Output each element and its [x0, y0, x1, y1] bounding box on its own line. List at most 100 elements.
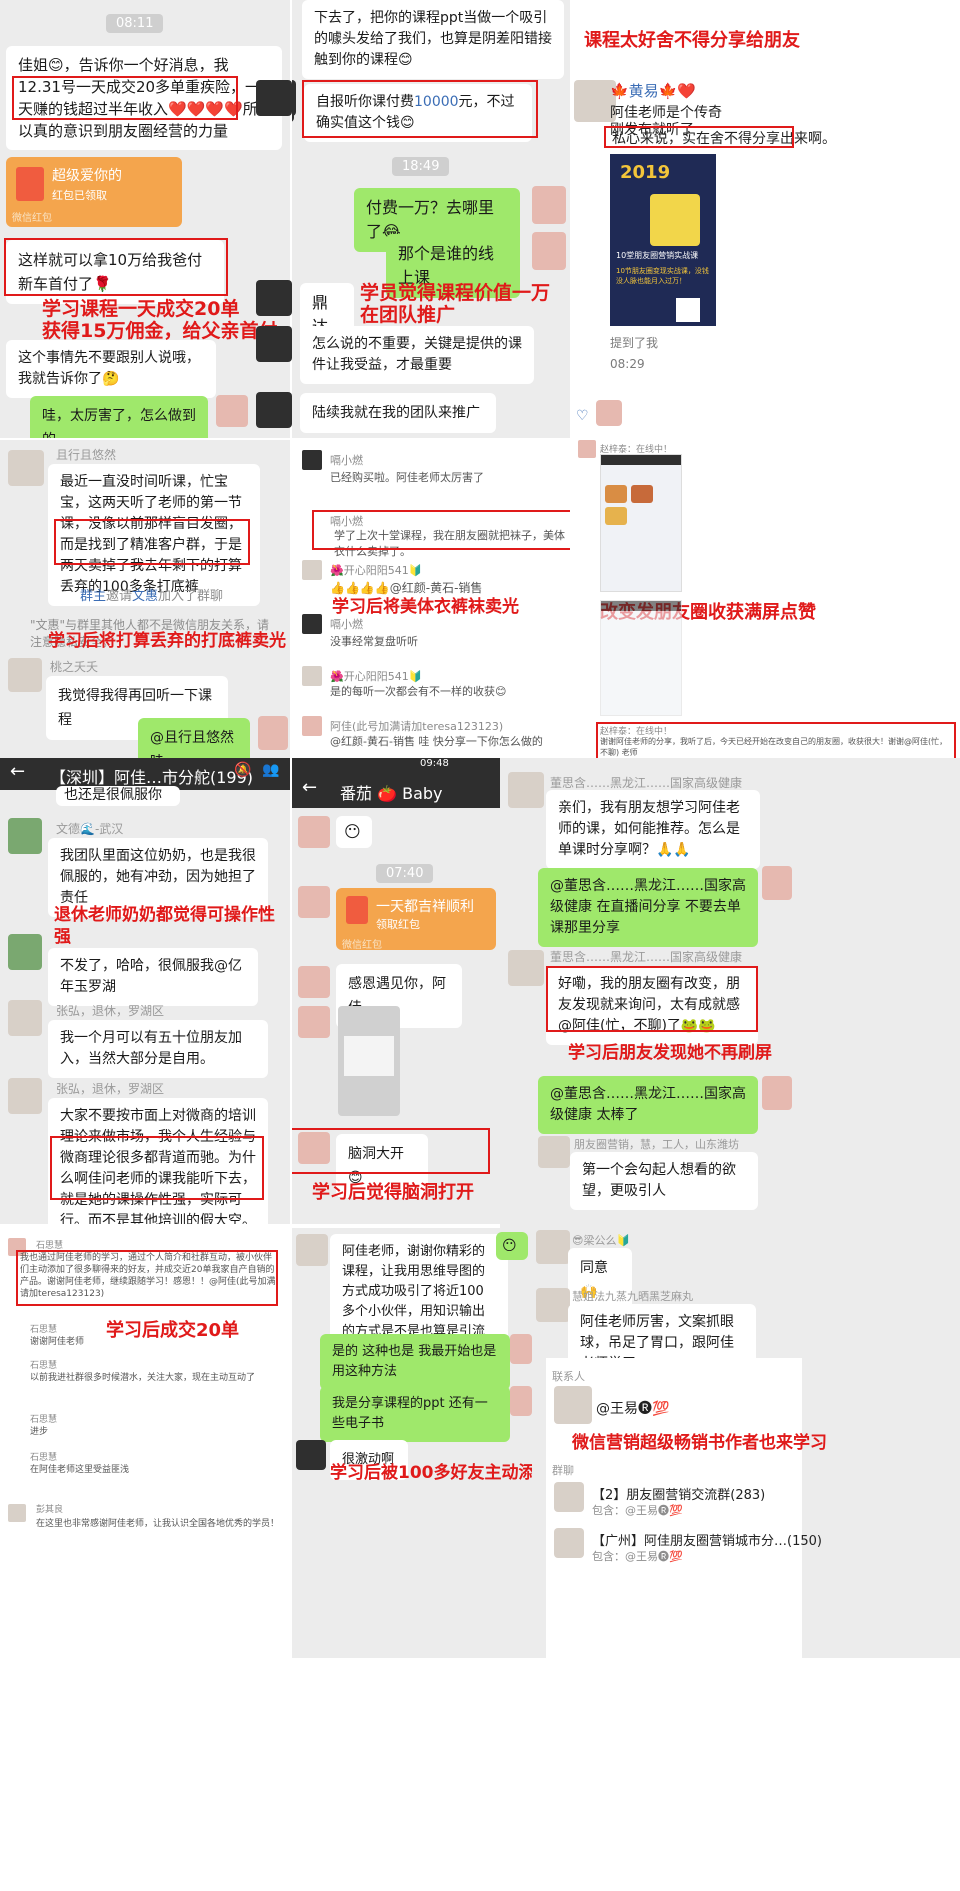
group-name[interactable]: 【广州】阿佳朋友圈营销城市分…(150) — [592, 1530, 822, 1549]
annotation-caption: 学员觉得课程价值一万 在团队推广 — [360, 282, 551, 326]
link-group-owner[interactable]: 群主 — [80, 589, 106, 604]
annotation-caption: 学习后成交20单 — [106, 1320, 240, 1341]
avatar — [256, 280, 292, 316]
message-text: 在这里也非常感谢阿佳老师，让我认识全国各地优秀的学员！ — [36, 1519, 280, 1529]
message-bubble: 亲们，我有朋友想学习阿佳老师的课，如何能推荐。怎么是单课时分享啊？🙏🙏 — [546, 790, 760, 869]
message-bubble: 不发了，哈哈，很佩服我@亿年玉罗湖 — [48, 948, 258, 1006]
avatar — [302, 450, 322, 470]
back-arrow-icon[interactable]: ← — [302, 777, 317, 798]
back-arrow-icon[interactable]: ← — [10, 761, 25, 782]
sender-name: 嗝小燃 — [330, 618, 363, 631]
avatar — [298, 1006, 330, 1038]
avatar — [578, 440, 596, 458]
avatar — [8, 1000, 42, 1036]
avatar — [8, 1504, 26, 1522]
sender-name: 彭其良 — [36, 1505, 64, 1515]
avatar — [536, 1230, 570, 1264]
food-photo-1 — [605, 485, 627, 503]
message-text: 进步 — [30, 1427, 49, 1437]
highlight-box — [292, 1128, 490, 1174]
group-avatar[interactable] — [554, 1482, 584, 1512]
sender-name: 嗝小燃 — [330, 454, 363, 467]
message-text: 没事经常复盘听听 — [330, 635, 418, 648]
red-packet-status: 红包已领取 — [52, 189, 107, 202]
highlight-box — [4, 238, 228, 296]
highlight-box — [312, 510, 570, 550]
red-packet-icon — [346, 896, 368, 924]
phone-screenshot-image[interactable] — [338, 1006, 400, 1116]
red-packet-card[interactable]: 一天都吉祥顺利 领取红包 微信红包 — [336, 888, 496, 951]
chat-panel-8: 09:48 ← 番茄 🍅 Baby 😶 07:40 一天都吉祥顺利 领取红包 微… — [292, 758, 500, 1224]
group-avatar[interactable] — [554, 1528, 584, 1558]
avatar — [292, 80, 296, 116]
mention-label: 提到了我 — [610, 336, 659, 350]
moments-screenshot-image[interactable] — [600, 454, 682, 592]
course-poster-image[interactable]: 2019 10堂朋友圈营销实战课 10节朋友圈变现实战课，没钱没人脉也能月入过万… — [610, 154, 716, 326]
chat-panel-12: 😎梁公么🔰 同意🙌 慧姐法九蒸九晒黑芝麻丸 阿佳老师厉害，文案抓眼球，吊足了胃口… — [532, 1228, 960, 1658]
avatar — [8, 818, 42, 854]
poster-subtitle: 10节朋友圈变现实战课，没钱没人脉也能月入过万！ — [616, 267, 709, 285]
highlight-box — [604, 126, 794, 148]
message-bubble-sent: 哇，太厉害了，怎么做到的 — [30, 396, 208, 438]
avatar — [258, 716, 288, 750]
highlight-box — [50, 1136, 264, 1200]
message-text: 已经购买啦。阿佳老师太厉害了 — [330, 471, 484, 484]
food-photo-3 — [605, 507, 627, 525]
screenshot-dialog — [344, 1036, 394, 1076]
mute-icon[interactable]: 🔕 — [234, 762, 251, 778]
highlight-box — [16, 1250, 278, 1306]
message-text: 👍👍👍👍@红颜-黄石-销售 — [330, 581, 483, 595]
avatar — [296, 1440, 326, 1470]
avatar — [532, 186, 566, 224]
highlight-box — [546, 966, 758, 1032]
message-text: 在阿佳老师这里受益匪浅 — [30, 1465, 130, 1475]
sender-name: 阿佳(此号加满请加teresa123123) — [330, 720, 504, 733]
chat-panel-1: 08:11 佳姐😊，告诉你一个好消息，我12.31号一天成交20多单重疾险，一天… — [0, 0, 290, 438]
sender-name: 张弘，退休，罗湖区 — [56, 1004, 165, 1018]
avatar — [508, 772, 544, 808]
annotation-caption: 学习后觉得脑洞打开 — [312, 1182, 474, 1203]
contact-name[interactable]: @王易🅡💯 — [596, 1398, 669, 1418]
contact-avatar[interactable] — [554, 1386, 592, 1424]
timestamp: 08:11 — [106, 14, 164, 33]
sender-name: 张弘，退休，罗湖区 — [56, 1082, 165, 1096]
avatar — [762, 866, 792, 900]
sender-name: 文德🌊-武汉 — [56, 822, 124, 836]
message-bubble-sent: 我是分享课程的ppt 还有一些电子书 — [320, 1386, 510, 1442]
avatar — [538, 1136, 570, 1168]
message-bubble: 我一个月可以有五十位朋友加入，当然大部分是自用。 — [48, 1020, 268, 1078]
group-chat-panel-5: 嗝小燃 已经购买啦。阿佳老师太厉害了 嗝小燃 学了上次十堂课程，我在朋友圈就把袜… — [292, 440, 570, 758]
avatar — [256, 80, 292, 116]
red-packet-card[interactable]: 超级爱你的 红包已领取 微信红包 — [6, 157, 182, 227]
group-members: 包含：@王易🅡💯 — [592, 1550, 683, 1563]
moment-time: 08:29 — [610, 357, 645, 371]
avatar — [510, 1334, 532, 1364]
highlight-box — [12, 76, 238, 120]
message-bubble-sent: @董思含……黑龙江……国家高级健康 在直播间分享 不要去单课那里分享 — [538, 868, 758, 947]
red-packet-title: 一天都吉祥顺利 — [376, 899, 474, 915]
likes-screenshot-image[interactable] — [600, 600, 682, 716]
members-icon[interactable]: 👥 — [262, 762, 279, 778]
poster-photo — [650, 194, 700, 246]
chat-panel-9: 董思含……黑龙江……国家高级健康 亲们，我有朋友想学习阿佳老师的课，如何能推荐。… — [500, 758, 960, 1228]
avatar — [296, 1234, 328, 1266]
sender-name: 🌺开心阳阳541🔰 — [330, 564, 423, 577]
timestamp: 07:40 — [376, 864, 434, 883]
red-packet-action: 领取红包 — [376, 918, 420, 931]
link-member[interactable]: 文惠 — [132, 589, 158, 604]
avatar — [302, 666, 322, 686]
group-members: 包含：@王易🅡💯 — [592, 1504, 683, 1517]
section-label: 联系人 — [552, 1370, 585, 1383]
food-photo-2 — [631, 485, 653, 503]
avatar — [8, 1078, 42, 1114]
avatar — [298, 966, 330, 998]
group-name[interactable]: 【2】朋友圈营销交流群(283) — [592, 1484, 765, 1503]
avatar — [536, 1288, 570, 1322]
message-bubble: 这个事情先不要跟别人说哦，我就告诉你了🤔 — [6, 340, 216, 398]
avatar — [298, 816, 330, 848]
system-text: 邀请 — [106, 589, 133, 604]
message-text: 是的每听一次都会有不一样的收获😊 — [330, 685, 507, 698]
chat-title: 【深圳】阿佳…市分舵(199) — [50, 768, 254, 787]
message-text: 谢谢阿佳老师的分享，我听了后，今天已经开始在改变自己的朋友圈，收获很大！谢谢@阿… — [600, 737, 948, 757]
sender-name: 董思含……黑龙江……国家高级健康 — [550, 950, 743, 964]
